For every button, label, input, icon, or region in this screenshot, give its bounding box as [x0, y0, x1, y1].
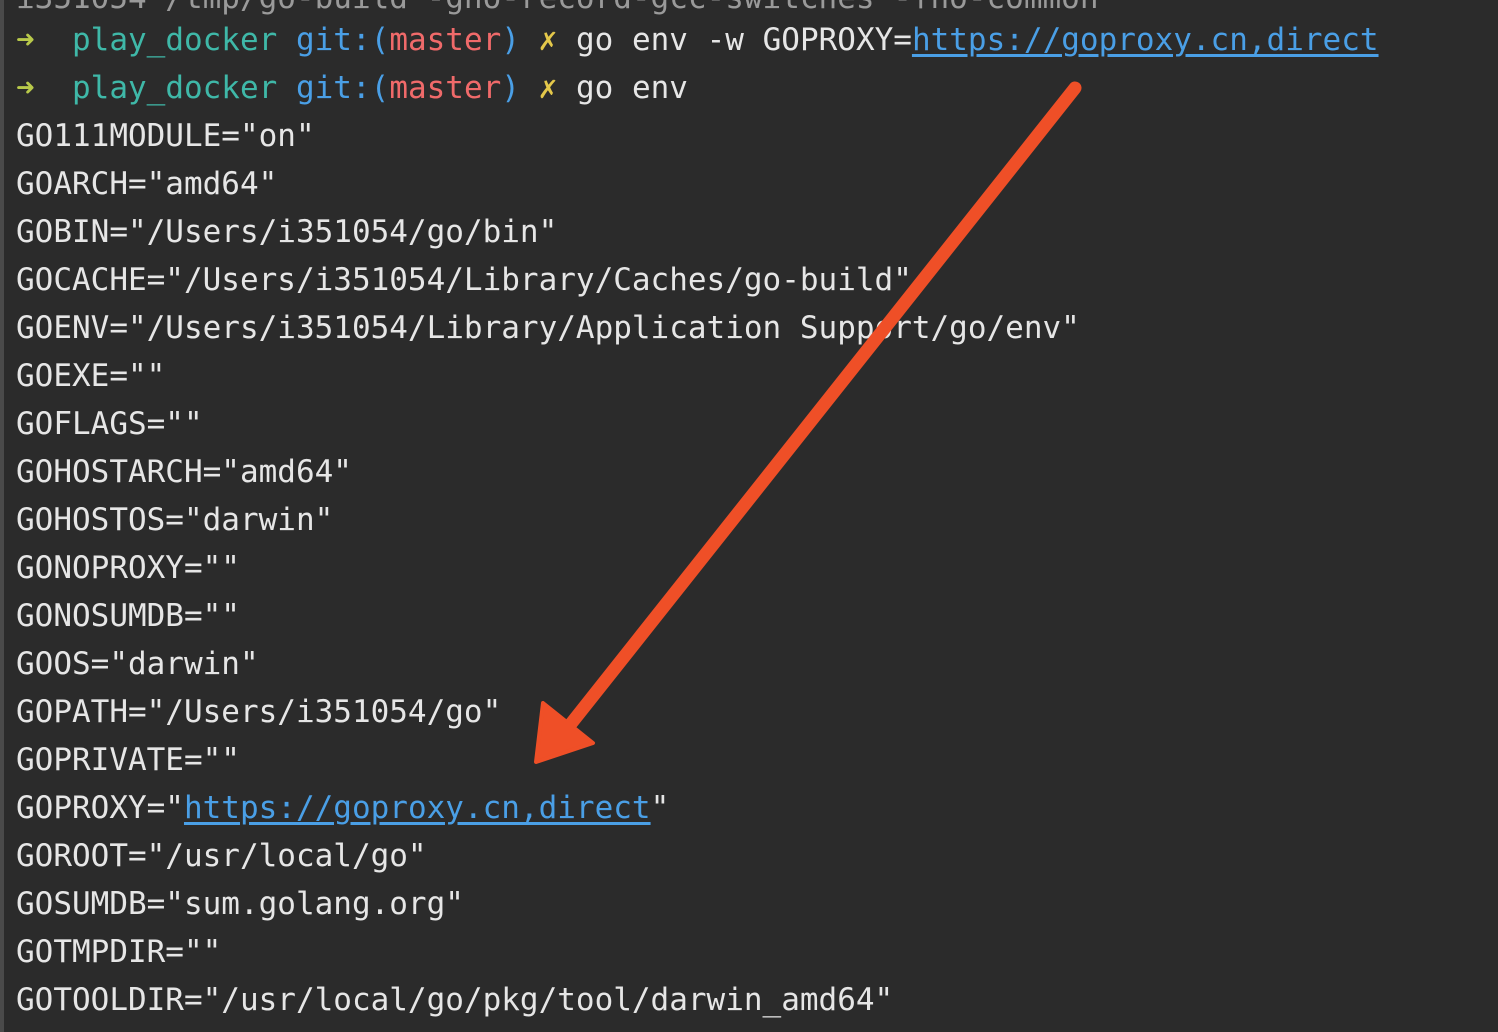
env-line-goproxy: GOPROXY="https://goproxy.cn,direct" — [16, 784, 669, 832]
annotation-arrow-shaft — [563, 81, 1082, 732]
env-line-goroot: GOROOT="/usr/local/go" — [16, 838, 427, 874]
env-line-goflags: GOFLAGS="" — [16, 406, 203, 442]
env-line-gotooldir: GOTOOLDIR="/usr/local/go/pkg/tool/darwin… — [16, 982, 894, 1018]
env-line-gonosumdb: GONOSUMDB="" — [16, 598, 240, 634]
env-line-gotmpdir: GOTMPDIR="" — [16, 934, 222, 970]
env-line-goenv: GOENV="/Users/i351054/Library/Applicatio… — [16, 310, 1080, 346]
terminal-window[interactable]: i351054 /tmp/go-build -gno-record-gcc-sw… — [0, 0, 1498, 1032]
prompt-line-go-env: ➜ play_docker git:(master) ✗ go env — [16, 64, 688, 112]
git-branch: master — [389, 70, 502, 106]
dirty-mark-icon: ✗ — [538, 70, 558, 106]
env-line-goprivate: GOPRIVATE="" — [16, 742, 240, 778]
command-text: go env — [575, 70, 688, 106]
prompt-arrow-icon: ➜ — [16, 22, 35, 58]
window-edge — [0, 0, 4, 1032]
env-line-gohostarch: GOHOSTARCH="amd64" — [16, 454, 352, 490]
prompt-line-goproxy-set: ➜ play_docker git:(master) ✗ go env -w G… — [16, 16, 1379, 64]
git-suffix: ) — [501, 22, 520, 58]
env-line-gobin: GOBIN="/Users/i351054/go/bin" — [16, 214, 558, 250]
prompt-directory: play_docker — [72, 70, 278, 106]
goproxy-url-link[interactable]: https://goproxy.cn,direct — [912, 22, 1379, 58]
goproxy-value-link[interactable]: https://goproxy.cn,direct — [184, 790, 651, 826]
env-line-goexe: GOEXE="" — [16, 358, 166, 394]
env-line-gohostos: GOHOSTOS="darwin" — [16, 502, 334, 538]
prompt-arrow-icon: ➜ — [16, 70, 35, 106]
env-line-go111module: GO111MODULE="on" — [16, 118, 315, 154]
annotation-arrow-head — [534, 701, 595, 764]
env-line-gonoproxy: GONOPROXY="" — [16, 550, 240, 586]
env-line-goarch: GOARCH="amd64" — [16, 166, 278, 202]
env-line-goos: GOOS="darwin" — [16, 646, 259, 682]
goproxy-prefix: GOPROXY=" — [16, 790, 184, 826]
env-line-gocache: GOCACHE="/Users/i351054/Library/Caches/g… — [16, 262, 912, 298]
dirty-mark-icon: ✗ — [538, 22, 558, 58]
env-line-gosumdb: GOSUMDB="sum.golang.org" — [16, 886, 464, 922]
git-suffix: ) — [501, 70, 520, 106]
git-prefix: git:( — [295, 70, 390, 106]
git-prefix: git:( — [295, 22, 390, 58]
command-text: go env -w GOPROXY= — [575, 22, 912, 58]
env-line-gopath: GOPATH="/Users/i351054/go" — [16, 694, 502, 730]
git-branch: master — [389, 22, 502, 58]
prompt-directory: play_docker — [72, 22, 278, 58]
goproxy-suffix: " — [650, 790, 670, 826]
